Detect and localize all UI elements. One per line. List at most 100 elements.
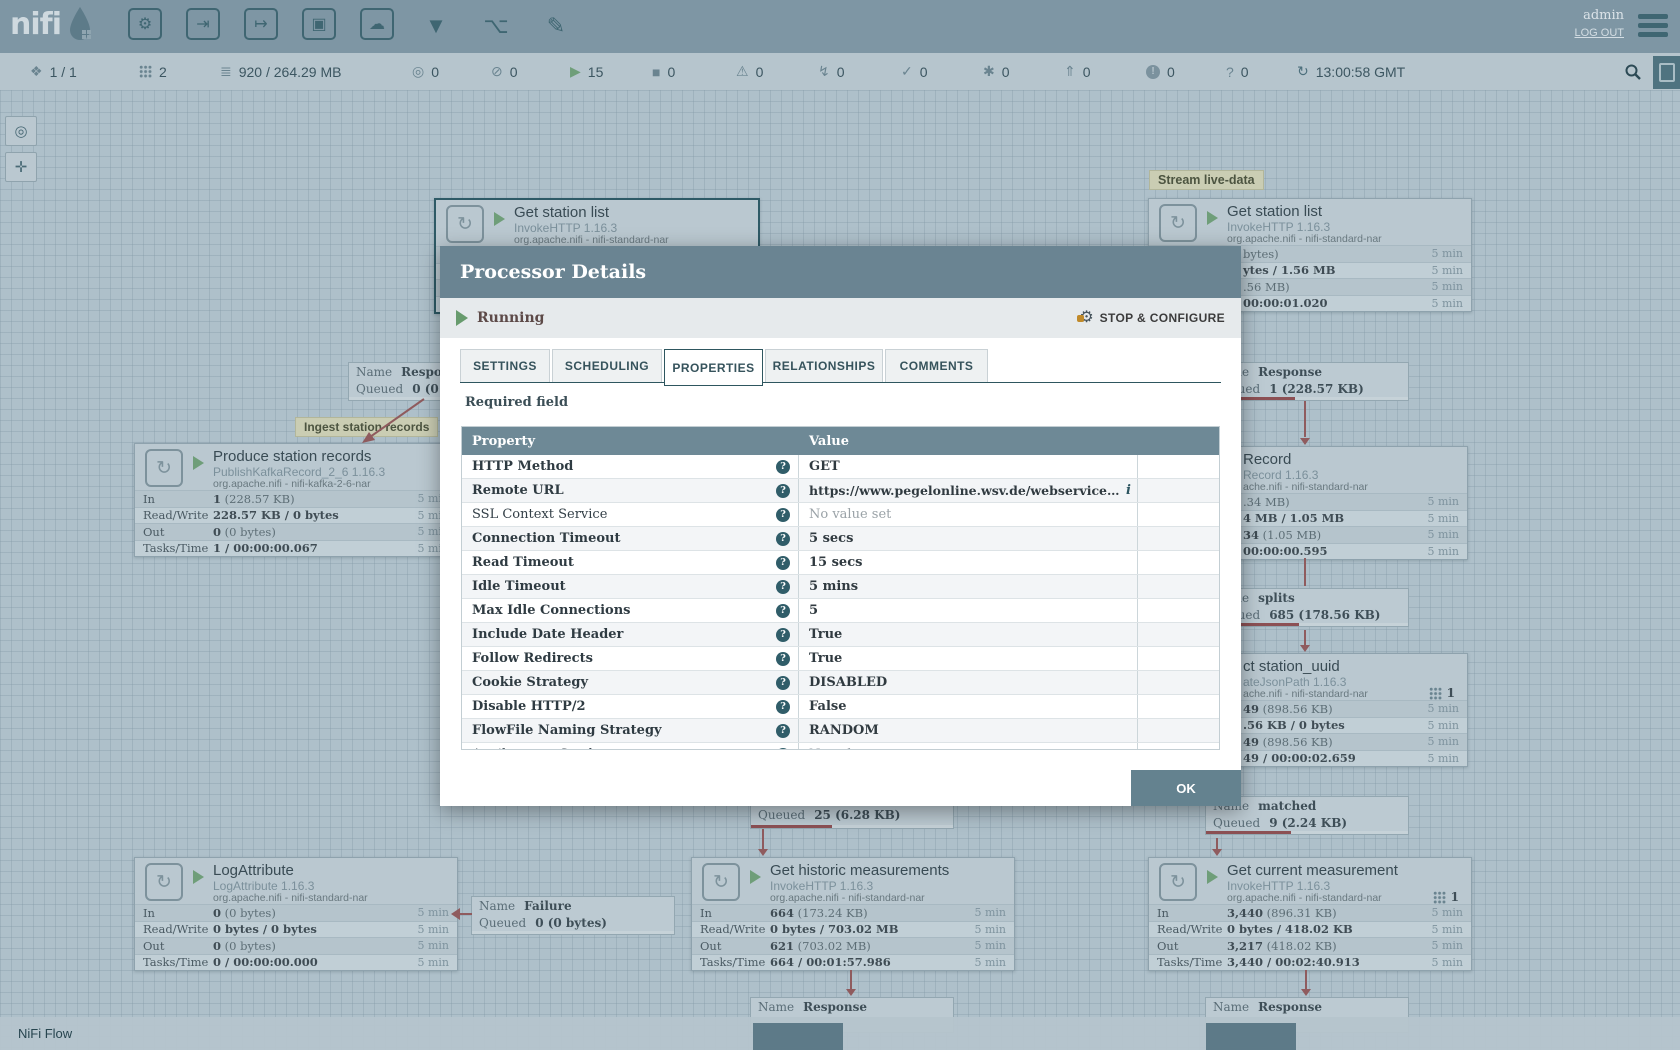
up-to-date-icon: ✓ (901, 63, 913, 80)
help-icon[interactable]: ? (776, 724, 790, 738)
connection-line (1304, 630, 1306, 646)
connection-label-queued-25[interactable]: Queued25 (6.28 KB) (750, 804, 954, 829)
connection-arrowhead (1300, 438, 1310, 445)
processor-bundle: org.apache.nifi - nifi-standard-nar (770, 892, 925, 904)
connection-arrowhead (846, 989, 856, 996)
processor-produce-station-records[interactable]: ↻ Produce station records PublishKafkaRe… (134, 443, 458, 557)
processor-bundle: ache.nifi - nifi-standard-nar (1243, 688, 1368, 700)
processor-name: Get station list (514, 204, 609, 221)
sync-failure-icon: ? (1226, 64, 1234, 80)
processor-get-current-measurement[interactable]: ↻ Get current measurement InvokeHTTP 1.1… (1148, 857, 1472, 971)
processor-bundle: org.apache.nifi - nifi-standard-nar (514, 234, 669, 246)
dialog-title: Processor Details (460, 261, 646, 283)
label-icon[interactable]: ✎ (538, 8, 574, 44)
info-icon[interactable]: i (1126, 483, 1131, 498)
processor-name: Get station list (1227, 203, 1322, 220)
processor-type-icon: ↻ (1159, 204, 1197, 242)
help-icon[interactable]: ? (776, 508, 790, 522)
breadcrumb[interactable]: NiFi Flow (18, 1026, 72, 1041)
help-icon[interactable]: ? (776, 652, 790, 666)
help-icon[interactable]: ? (776, 604, 790, 618)
processor-icon[interactable]: ⚙ (128, 8, 162, 40)
sync-failure-count: ?0 (1226, 53, 1249, 90)
tab-properties[interactable]: PROPERTIES (664, 349, 763, 386)
dialog-status-row: Running ⚙ STOP & CONFIGURE (440, 298, 1241, 338)
last-refreshed: ↻13:00:58 GMT (1297, 53, 1405, 90)
help-icon[interactable]: ? (776, 556, 790, 570)
required-field-note: Required field (465, 395, 568, 410)
property-row-follow-redirects: Follow Redirects? True (462, 647, 1219, 671)
tab-comments[interactable]: COMMENTS (885, 349, 988, 383)
stopped-icon: ■ (652, 64, 660, 80)
processor-bundle: ache.nifi - nifi-standard-nar (1243, 481, 1368, 493)
cluster-grid-icon (1433, 891, 1446, 904)
help-icon[interactable]: ? (776, 532, 790, 546)
refresh-icon[interactable]: ↻ (1297, 63, 1309, 80)
not-transmitting-count: ⊘0 (491, 53, 518, 90)
panel-toggle-button[interactable] (1653, 56, 1680, 89)
processor-log-attribute[interactable]: ↻ LogAttribute LogAttribute 1.16.3 org.a… (134, 857, 458, 971)
property-row-connection-timeout: Connection Timeout? 5 secs (462, 527, 1219, 551)
cluster-node-badge: 1 (1429, 686, 1455, 700)
connection-line (460, 913, 472, 915)
help-icon[interactable]: ? (776, 580, 790, 594)
help-icon[interactable]: ? (776, 748, 790, 751)
user-box: admin LOG OUT (1574, 8, 1624, 39)
locally-modified-icon: ✱ (983, 63, 995, 80)
threads-icon (139, 65, 152, 78)
output-port-icon[interactable]: ↦ (244, 8, 278, 40)
remote-process-group-icon[interactable]: ☁ (360, 8, 394, 40)
tab-settings[interactable]: SETTINGS (460, 349, 550, 383)
tab-relationships[interactable]: RELATIONSHIPS (765, 349, 883, 383)
connection-arrowhead (758, 849, 768, 856)
connection-arrowhead (1301, 989, 1311, 996)
dialog-header: Processor Details (440, 246, 1241, 298)
ok-button[interactable]: OK (1131, 770, 1241, 806)
cluster-icon: ❖ (30, 63, 43, 80)
search-button[interactable] (1620, 60, 1646, 84)
operate-palette-button[interactable]: ✛ (5, 152, 37, 182)
search-icon (1624, 63, 1642, 81)
nifi-drop-icon (67, 6, 93, 42)
funnel-icon[interactable]: ▼ (418, 8, 454, 44)
stop-configure-gear-icon: ⚙ (1079, 310, 1093, 326)
disabled-count: ↯0 (818, 53, 845, 90)
processor-type: Record 1.16.3 (1243, 468, 1318, 482)
processor-type: InvokeHTTP 1.16.3 (514, 221, 617, 235)
invalid-count: ⚠0 (736, 53, 763, 90)
processor-state: Running (477, 310, 544, 326)
property-row-cookie-strategy: Cookie Strategy? DISABLED (462, 671, 1219, 695)
processor-get-historic-measurements[interactable]: ↻ Get historic measurements InvokeHTTP 1… (691, 857, 1015, 971)
processor-type-icon: ↻ (702, 863, 740, 901)
help-icon[interactable]: ? (776, 676, 790, 690)
help-icon[interactable]: ? (776, 460, 790, 474)
help-icon[interactable]: ? (776, 628, 790, 642)
column-value: Value (809, 434, 849, 449)
canvas-label-stream-live-data[interactable]: Stream live-data (1149, 170, 1264, 190)
connection-label-remnant (1206, 1023, 1296, 1050)
processor-bundle: org.apache.nifi - nifi-standard-nar (213, 892, 368, 904)
queue-progress (472, 931, 674, 934)
processor-bundle: org.apache.nifi - nifi-standard-nar (1227, 892, 1382, 904)
process-group-icon[interactable]: ▣ (302, 8, 336, 40)
queued-icon: ≣ (220, 63, 232, 80)
stop-and-configure-button[interactable]: ⚙ STOP & CONFIGURE (1079, 310, 1225, 326)
running-indicator-icon (456, 310, 468, 326)
tab-scheduling[interactable]: SCHEDULING (552, 349, 662, 383)
help-icon[interactable]: ? (776, 484, 790, 498)
running-icon: ▶ (570, 63, 581, 80)
properties-table: Property Value HTTP Method? GET Remote U… (461, 426, 1220, 750)
global-menu-icon[interactable] (1638, 14, 1668, 41)
processor-type: PublishKafkaRecord_2_6 1.16.3 (213, 465, 385, 479)
template-icon[interactable]: ⌥ (478, 8, 514, 44)
active-threads-count: 2 (139, 53, 167, 90)
connection-label-failure[interactable]: NameFailure Queued0 (0 bytes) (471, 896, 675, 935)
processor-type: InvokeHTTP 1.16.3 (1227, 220, 1330, 234)
input-port-icon[interactable]: ⇥ (186, 8, 220, 40)
property-row-http-method: HTTP Method? GET (462, 455, 1219, 479)
processor-type-icon: ↻ (446, 205, 484, 243)
connection-line (1304, 558, 1306, 586)
navigate-palette-button[interactable]: ◎ (5, 116, 37, 146)
logout-link[interactable]: LOG OUT (1574, 27, 1624, 39)
help-icon[interactable]: ? (776, 700, 790, 714)
